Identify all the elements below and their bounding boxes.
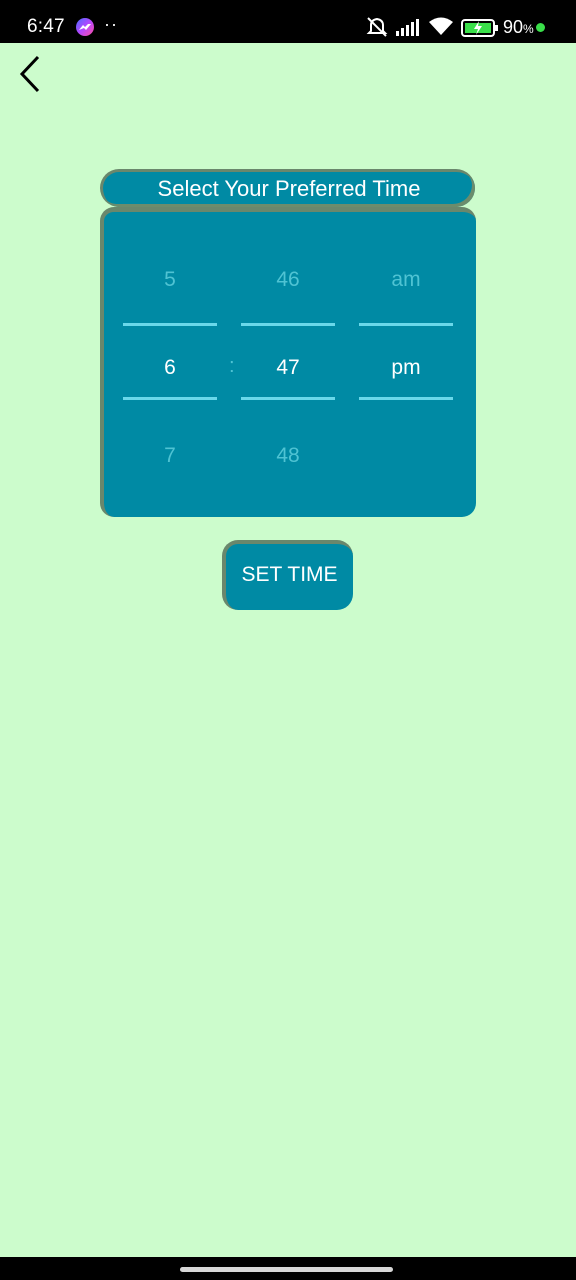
signal-icon xyxy=(396,18,422,41)
overflow-dots-icon: ·· xyxy=(104,14,118,34)
hour-below[interactable]: 7 xyxy=(123,444,217,468)
minute-below[interactable]: 48 xyxy=(241,444,335,468)
back-button[interactable] xyxy=(14,54,50,94)
period-above[interactable]: am xyxy=(359,268,453,292)
battery-charging-icon xyxy=(461,19,499,42)
battery-percentage: 90% xyxy=(503,17,534,37)
hour-divider-top xyxy=(123,323,217,326)
period-wheel[interactable]: am pm xyxy=(359,212,453,512)
status-time: 6:47 xyxy=(27,16,65,37)
wifi-icon xyxy=(429,17,453,41)
time-picker[interactable]: 5 6 7 : 46 47 48 am pm xyxy=(100,207,476,517)
time-separator: : xyxy=(229,355,235,377)
home-gesture-pill[interactable] xyxy=(180,1267,393,1272)
period-selected[interactable]: pm xyxy=(359,356,453,380)
minute-wheel[interactable]: 46 47 48 xyxy=(241,212,335,512)
minute-divider-top xyxy=(241,323,335,326)
hour-wheel[interactable]: 5 6 7 xyxy=(123,212,217,512)
period-divider-bottom xyxy=(359,397,453,400)
messenger-icon xyxy=(76,18,94,36)
minute-selected[interactable]: 47 xyxy=(241,356,335,380)
hour-divider-bottom xyxy=(123,397,217,400)
minute-divider-bottom xyxy=(241,397,335,400)
hour-selected[interactable]: 6 xyxy=(123,356,217,380)
mute-icon xyxy=(365,16,389,43)
picker-title: Select Your Preferred Time xyxy=(100,169,475,207)
minute-above[interactable]: 46 xyxy=(241,268,335,292)
hour-above[interactable]: 5 xyxy=(123,268,217,292)
status-bar: 6:47 ·· 90% xyxy=(0,0,576,43)
active-indicator-dot xyxy=(536,23,545,32)
period-divider-top xyxy=(359,323,453,326)
chevron-left-icon xyxy=(19,55,40,93)
navigation-bar xyxy=(0,1257,576,1280)
set-time-button[interactable]: SET TIME xyxy=(222,540,353,610)
